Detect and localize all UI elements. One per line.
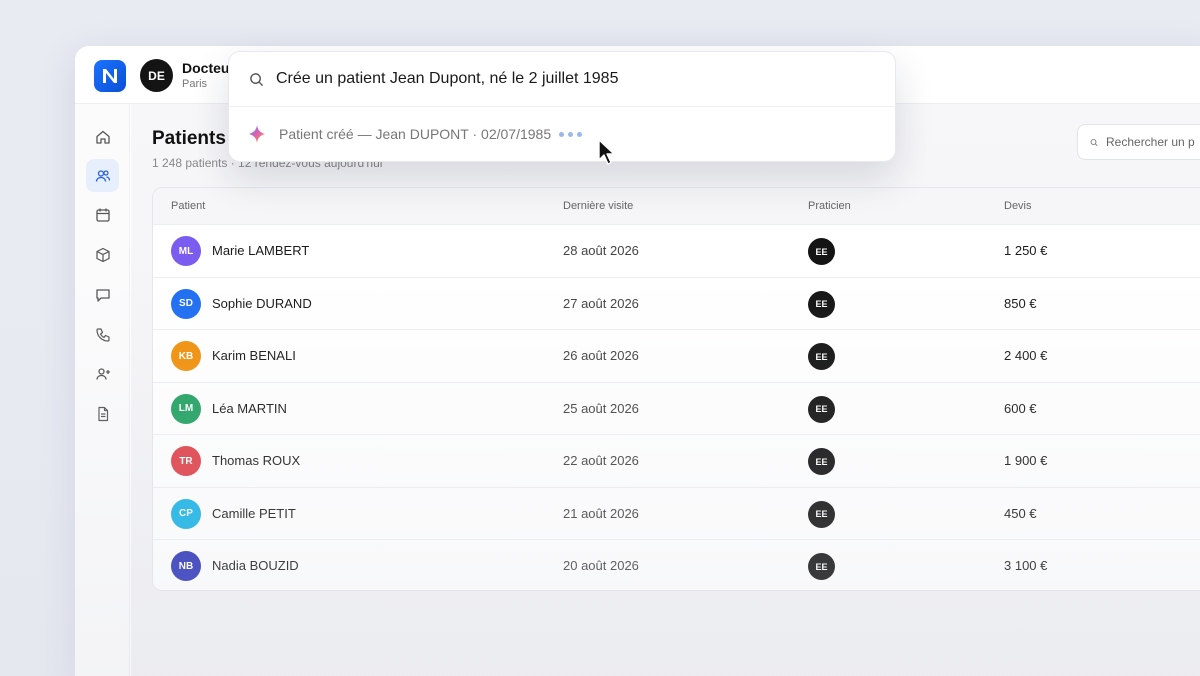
last-visit-date: 20 août 2026 xyxy=(563,558,639,573)
table-row[interactable]: CP Camille PETIT 21 août 2026 EE 450 € xyxy=(153,487,1200,540)
patient-avatar: TR xyxy=(171,446,201,476)
patients-table: Patient Dernière visite Praticien Devis … xyxy=(152,187,1200,591)
practitioner-avatar: EE xyxy=(808,290,835,318)
user-avatar[interactable]: DE xyxy=(140,59,173,92)
table-row[interactable]: SD Sophie DURAND 27 août 2026 EE 850 € xyxy=(153,277,1200,330)
patient-name[interactable]: Thomas ROUX xyxy=(212,453,300,468)
mouse-cursor-icon xyxy=(598,139,615,165)
sidebar-item-home[interactable] xyxy=(86,120,119,153)
practitioner-avatar: EE xyxy=(808,238,835,265)
quote-amount: 2 400 € xyxy=(1004,348,1048,363)
table-row[interactable]: KB Karim BENALI 26 août 2026 EE 2 400 € xyxy=(153,330,1200,383)
patient-name[interactable]: Karim BENALI xyxy=(212,348,296,363)
patient-avatar: KB xyxy=(171,341,201,371)
table-row[interactable]: NB Nadia BOUZID 20 août 2026 EE 3 100 € xyxy=(153,540,1200,590)
phone-icon xyxy=(95,327,110,342)
patient-name[interactable]: Sophie DURAND xyxy=(212,296,312,311)
quote-amount: 1 250 € xyxy=(1004,243,1048,258)
table-row[interactable]: TR Thomas ROUX 22 août 2026 EE 1 900 € xyxy=(153,435,1200,488)
sidebar-item-products[interactable] xyxy=(86,238,119,271)
table-row[interactable]: LM Léa MARTIN 25 août 2026 EE 600 € xyxy=(153,382,1200,435)
command-input[interactable] xyxy=(276,70,876,88)
calendar-icon xyxy=(95,208,110,222)
patient-search[interactable] xyxy=(1077,124,1200,160)
last-visit-date: 25 août 2026 xyxy=(563,400,639,416)
header-practitioner[interactable]: Praticien xyxy=(808,200,851,212)
patient-avatar: LM xyxy=(171,393,201,424)
sidebar-item-patients[interactable] xyxy=(86,159,119,192)
practitioner-avatar: EE xyxy=(808,500,835,528)
quote-amount: 600 € xyxy=(1004,400,1037,416)
practitioner-avatar: EE xyxy=(808,553,835,580)
search-icon xyxy=(250,72,264,86)
sidebar-item-messages[interactable] xyxy=(86,278,119,311)
patient-avatar: ML xyxy=(171,236,201,266)
users-icon xyxy=(95,169,110,182)
logo-n-icon xyxy=(103,69,117,83)
header-quote[interactable]: Devis xyxy=(1004,200,1032,212)
quote-amount: 850 € xyxy=(1004,295,1037,311)
sidebar xyxy=(75,104,130,676)
quote-amount: 450 € xyxy=(1004,505,1037,521)
sidebar-item-documents[interactable] xyxy=(86,397,119,430)
document-icon xyxy=(97,406,108,421)
patient-avatar: CP xyxy=(171,498,201,529)
table-header: Patient Dernière visite Praticien Devis xyxy=(153,188,1200,225)
last-visit-date: 28 août 2026 xyxy=(563,243,639,258)
user-name: Docteur xyxy=(182,60,235,76)
patient-search-input[interactable] xyxy=(1106,135,1200,149)
practitioner-avatar: EE xyxy=(808,343,835,370)
sidebar-item-calls[interactable] xyxy=(86,318,119,351)
quote-amount: 3 100 € xyxy=(1004,558,1048,573)
practitioner-avatar: EE xyxy=(808,395,835,423)
last-visit-date: 27 août 2026 xyxy=(563,295,639,311)
user-plus-icon xyxy=(95,367,110,380)
box-icon xyxy=(95,247,110,262)
sidebar-item-add-user[interactable] xyxy=(86,357,119,390)
page-title: Patients xyxy=(152,128,226,149)
home-icon xyxy=(95,130,110,144)
header-last-visit[interactable]: Dernière visite xyxy=(563,200,633,212)
patient-avatar: SD xyxy=(171,288,201,319)
command-result[interactable]: Patient créé — Jean DUPONT · 02/07/1985 xyxy=(247,120,583,148)
patient-avatar: NB xyxy=(171,551,201,581)
user-city: Paris xyxy=(182,78,208,90)
header-patient[interactable]: Patient xyxy=(171,200,205,212)
command-result-text: Patient créé — Jean DUPONT · 02/07/1985 xyxy=(279,126,552,142)
patient-name[interactable]: Léa MARTIN xyxy=(212,401,287,416)
table-row[interactable]: ML Marie LAMBERT 28 août 2026 EE 1 250 € xyxy=(153,225,1200,278)
patient-name[interactable]: Nadia BOUZID xyxy=(212,558,299,573)
command-query-bar[interactable] xyxy=(229,52,895,107)
loading-dots xyxy=(559,131,583,137)
last-visit-date: 26 août 2026 xyxy=(563,348,639,363)
app-frame: DE Docteur Paris Patients 1 248 patients… xyxy=(0,0,1200,676)
patient-name[interactable]: Marie LAMBERT xyxy=(212,243,309,258)
search-icon xyxy=(1090,138,1098,146)
last-visit-date: 22 août 2026 xyxy=(563,453,639,468)
ai-sparkle-icon xyxy=(249,125,265,143)
patient-name[interactable]: Camille PETIT xyxy=(212,506,296,521)
main-content: Patients 1 248 patients · 12 rendez-vous… xyxy=(131,104,1200,676)
practitioner-avatar: EE xyxy=(808,448,835,475)
last-visit-date: 21 août 2026 xyxy=(563,505,639,521)
chat-icon xyxy=(95,288,110,302)
quote-amount: 1 900 € xyxy=(1004,453,1048,468)
sidebar-item-calendar[interactable] xyxy=(86,198,119,231)
app-logo[interactable] xyxy=(94,60,126,92)
command-palette: Patient créé — Jean DUPONT · 02/07/1985 xyxy=(228,51,896,162)
